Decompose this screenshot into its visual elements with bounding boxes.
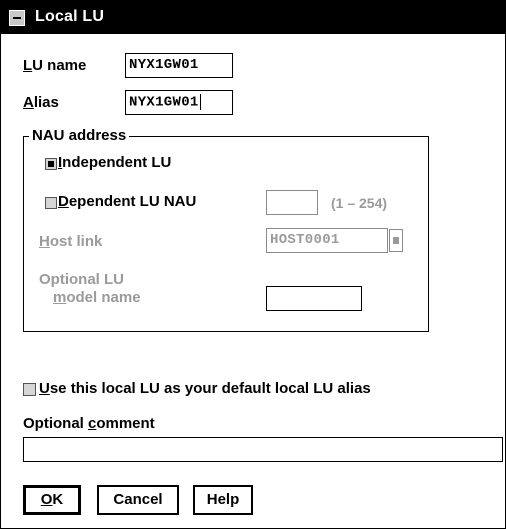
model-name-label-line1: Optional LU: [39, 271, 124, 288]
nau-address-title: NAU address: [29, 127, 130, 144]
independent-lu-label[interactable]: Independent LU: [58, 154, 171, 171]
dependent-lu-radio[interactable]: [45, 197, 57, 209]
title-bar: Local LU: [1, 1, 505, 34]
system-menu-icon[interactable]: [9, 10, 25, 26]
dependent-lu-label[interactable]: Dependent LU NAU: [58, 193, 196, 210]
alias-label: Alias: [23, 94, 59, 111]
default-alias-checkbox[interactable]: [23, 383, 36, 396]
model-name-label: model name: [53, 289, 141, 306]
alias-field[interactable]: NYX1GW01: [125, 90, 233, 115]
host-link-dropdown-icon[interactable]: [389, 229, 403, 252]
local-lu-dialog: Local LU LU name NYX1GW01 Alias NYX1GW01…: [0, 0, 506, 529]
window-title: Local LU: [35, 8, 105, 25]
host-link-label: Host link: [39, 233, 103, 250]
nau-range-hint: (1 – 254): [331, 195, 388, 211]
text-cursor: [199, 94, 201, 110]
lu-name-label: LU name: [23, 57, 87, 74]
comment-field[interactable]: [23, 437, 503, 462]
cancel-button[interactable]: Cancel: [97, 485, 179, 515]
independent-lu-radio[interactable]: [45, 158, 57, 170]
host-link-field[interactable]: HOST0001: [266, 228, 388, 253]
help-button[interactable]: Help: [193, 485, 253, 515]
dependent-lu-nau-field[interactable]: [266, 190, 318, 215]
ok-button[interactable]: OK: [23, 485, 81, 515]
lu-name-field[interactable]: NYX1GW01: [125, 53, 233, 78]
default-alias-label[interactable]: Use this local LU as your default local …: [39, 380, 371, 397]
model-name-field[interactable]: [266, 286, 362, 311]
comment-label: Optional comment: [23, 415, 155, 432]
